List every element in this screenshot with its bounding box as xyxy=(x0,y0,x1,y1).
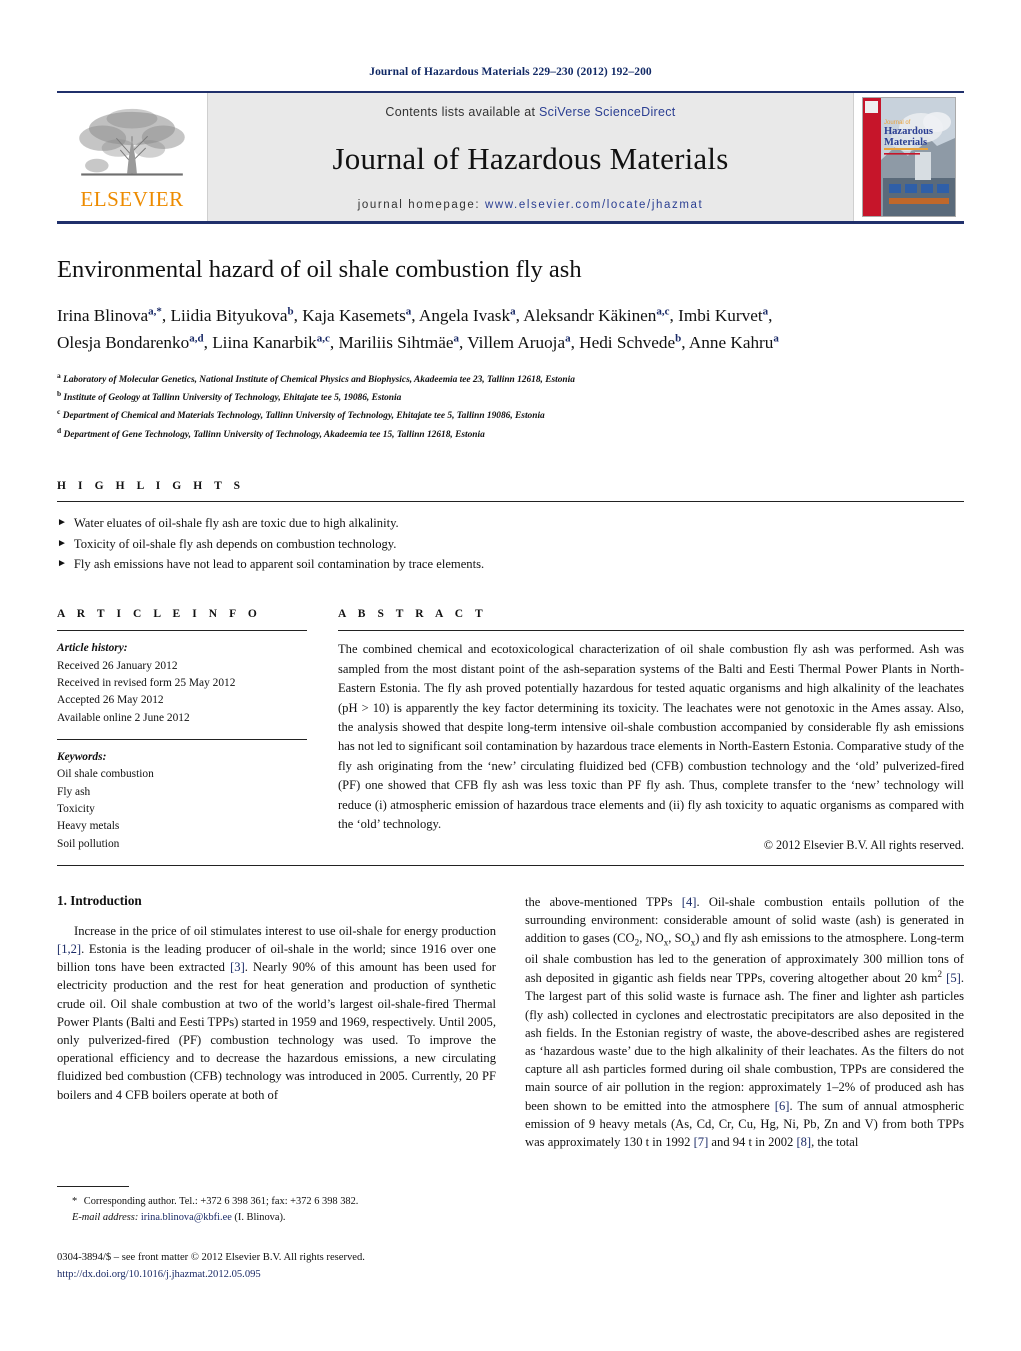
intro-paragraph-right: the above-mentioned TPPs [4]. Oil-shale … xyxy=(525,894,964,1149)
contents-prefix: Contents lists available at xyxy=(385,105,540,119)
highlights-rule xyxy=(57,501,964,503)
author-line-1: Irina Blinovaa,*, Liidia Bityukovab, Kaj… xyxy=(57,305,773,326)
affiliations: a Laboratory of Molecular Genetics, Nati… xyxy=(57,370,964,443)
intro-paragraph-left: Increase in the price of oil stimulates … xyxy=(57,923,496,1102)
highlight-text: Toxicity of oil-shale fly ash depends on… xyxy=(73,536,397,551)
highlight-text: Water eluates of oil-shale fly ash are t… xyxy=(73,516,399,531)
highlight-item: ► Water eluates of oil-shale fly ash are… xyxy=(57,513,964,533)
keyword-item: Heavy metals xyxy=(57,820,120,833)
section-heading-introduction: 1. Introduction xyxy=(57,892,142,908)
affiliation-item: b Institute of Geology at Tallinn Univer… xyxy=(57,389,402,404)
keyword-item: Oil shale combustion xyxy=(57,768,154,781)
journal-cover-thumbnail: Journal of Hazardous Materials xyxy=(854,93,964,221)
body-columns: 1. Introduction Increase in the price of… xyxy=(57,866,964,1151)
masthead-center-panel: Contents lists available at SciVerse Sci… xyxy=(207,93,854,221)
running-head: Journal of Hazardous Materials 229–230 (… xyxy=(369,66,652,78)
title-block: Environmental hazard of oil shale combus… xyxy=(57,224,964,443)
article-info-separator xyxy=(57,738,307,740)
elsevier-tree-icon xyxy=(79,108,185,176)
highlights-section: H I G H L I G H T S ► Water eluates of o… xyxy=(57,443,964,574)
keywords-label: Keywords: xyxy=(57,750,107,763)
page-title: Environmental hazard of oil shale combus… xyxy=(57,256,582,283)
abstract-column: A B S T R A C T The combined chemical an… xyxy=(338,608,964,853)
history-item: Received in revised form 25 May 2012 xyxy=(57,676,236,689)
arrow-right-icon: ► xyxy=(57,557,67,569)
highlights-list: ► Water eluates of oil-shale fly ash are… xyxy=(57,513,964,574)
arrow-right-icon: ► xyxy=(57,537,67,549)
article-info-heading: A R T I C L E I N F O xyxy=(57,608,262,621)
keywords-block: Keywords: Oil shale combustion Fly ash T… xyxy=(57,749,307,853)
sciencedirect-link[interactable]: SciVerse ScienceDirect xyxy=(539,105,676,119)
abstract-rule xyxy=(338,630,964,632)
highlight-item: ► Toxicity of oil-shale fly ash depends … xyxy=(57,534,964,554)
arrow-right-icon: ► xyxy=(57,517,67,529)
footnote-rule xyxy=(57,1186,129,1187)
body-column-left: 1. Introduction Increase in the price of… xyxy=(57,893,496,1151)
journal-cover-image: Journal of Hazardous Materials xyxy=(862,97,956,217)
keyword-item: Fly ash xyxy=(57,785,91,798)
keyword-item: Soil pollution xyxy=(57,837,120,850)
svg-text:Hazardous: Hazardous xyxy=(884,126,933,137)
corresponding-email-line: E-mail address: irina.blinova@kbfi.ee (I… xyxy=(72,1211,286,1223)
elsevier-logo: ELSEVIER xyxy=(57,93,207,221)
issn-line: 0304-3894/$ – see front matter © 2012 El… xyxy=(57,1252,365,1263)
highlight-item: ► Fly ash emissions have not lead to app… xyxy=(57,554,964,574)
elsevier-wordmark: ELSEVIER xyxy=(80,186,184,211)
svg-text:Materials: Materials xyxy=(884,137,927,148)
highlight-text: Fly ash emissions have not lead to appar… xyxy=(73,556,485,571)
abstract-text: The combined chemical and ecotoxicologic… xyxy=(338,642,964,832)
doi-line: http://dx.doi.org/10.1016/j.jhazmat.2012… xyxy=(57,1268,261,1280)
issn-copyright-block: 0304-3894/$ – see front matter © 2012 El… xyxy=(57,1250,497,1283)
history-item: Received 26 January 2012 xyxy=(57,659,178,672)
keyword-item: Toxicity xyxy=(57,802,95,815)
abstract-copyright: © 2012 Elsevier B.V. All rights reserved… xyxy=(763,837,964,852)
history-item: Available online 2 June 2012 xyxy=(57,711,190,724)
affiliation-item: a Laboratory of Molecular Genetics, Nati… xyxy=(57,370,575,385)
journal-title: Journal of Hazardous Materials xyxy=(332,140,729,176)
corresponding-author-line: * Corresponding author. Tel.: +372 6 398… xyxy=(72,1196,359,1207)
journal-masthead: ELSEVIER Contents lists available at Sci… xyxy=(57,93,964,221)
corresponding-author-footnote: * Corresponding author. Tel.: +372 6 398… xyxy=(57,1186,480,1226)
paper-page: Journal of Hazardous Materials 229–230 (… xyxy=(0,0,1021,1351)
highlights-heading: H I G H L I G H T S xyxy=(57,480,245,493)
info-abstract-row: A R T I C L E I N F O Article history: R… xyxy=(57,574,964,853)
author-line-2: Olesja Bondarenkoa,d, Liina Kanarbika,c,… xyxy=(57,331,779,352)
author-list: Irina Blinovaa,*, Liidia Bityukovab, Kaj… xyxy=(57,303,964,355)
abstract-heading: A B S T R A C T xyxy=(338,608,488,621)
contents-available-line: Contents lists available at SciVerse Sci… xyxy=(385,105,675,119)
affiliation-item: c Department of Chemical and Materials T… xyxy=(57,407,545,422)
article-info-column: A R T I C L E I N F O Article history: R… xyxy=(57,608,307,853)
body-column-right: the above-mentioned TPPs [4]. Oil-shale … xyxy=(525,893,964,1151)
homepage-link[interactable]: www.elsevier.com/locate/jhazmat xyxy=(485,199,703,211)
article-history: Article history: Received 26 January 201… xyxy=(57,640,307,727)
homepage-prefix: journal homepage: xyxy=(357,199,485,211)
article-history-label: Article history: xyxy=(57,642,128,655)
journal-homepage-line: journal homepage: www.elsevier.com/locat… xyxy=(358,199,704,211)
article-info-rule xyxy=(57,630,307,632)
affiliation-item: d Department of Gene Technology, Tallinn… xyxy=(57,425,485,440)
history-item: Accepted 26 May 2012 xyxy=(57,694,164,707)
